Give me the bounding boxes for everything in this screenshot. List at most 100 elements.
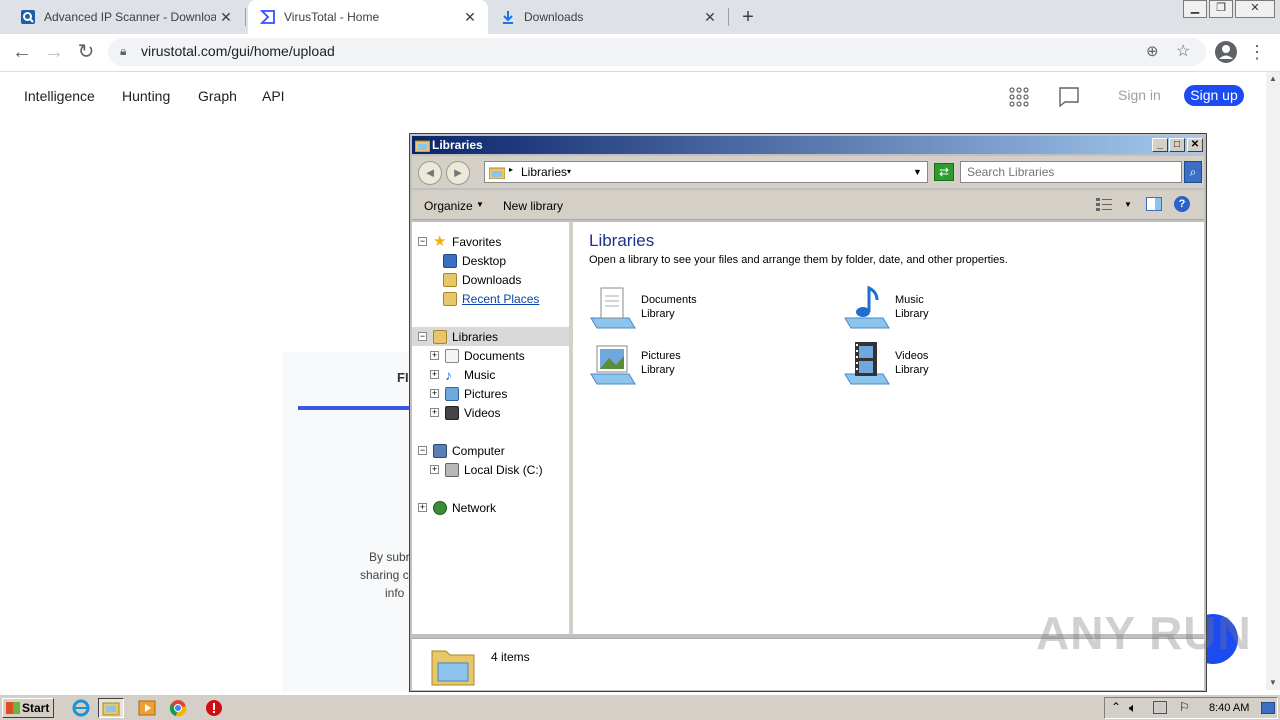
breadcrumb-arrow-icon[interactable]: ▸ [509,165,513,174]
scroll-down-icon[interactable]: ▼ [1269,678,1277,687]
close-tab-icon[interactable]: ✕ [216,9,236,26]
reload-icon[interactable]: ↻ [74,41,98,65]
nav-desktop[interactable]: Desktop [443,251,506,270]
show-hidden-icons-icon[interactable]: ⌃ [1111,700,1121,714]
explorer-back-icon[interactable]: ◄ [418,161,442,185]
close-tab-icon[interactable]: ✕ [460,9,480,26]
url-text[interactable]: virustotal.com/gui/home/upload [141,43,335,59]
browser-menu-icon[interactable]: ⋮ [1248,41,1266,63]
nav-favorites[interactable]: − ★ Favorites [418,232,568,251]
back-arrow-icon[interactable]: ← [10,41,34,65]
music-icon: ♪ [445,366,452,383]
apps-grid-icon[interactable] [1009,87,1029,112]
explorer-close-button[interactable]: ✕ [1187,138,1203,152]
tab-advanced-ip-scanner[interactable]: Advanced IP Scanner - Download Fr ✕ [8,0,244,34]
internet-explorer-icon[interactable] [68,698,94,718]
clock[interactable]: 8:40 AM [1209,702,1249,714]
sign-in-link[interactable]: Sign in [1118,87,1161,103]
organize-dropdown-icon[interactable]: ▼ [476,200,484,209]
explorer-forward-icon[interactable]: ► [446,161,470,185]
explorer-taskbar-icon[interactable] [98,698,124,718]
tab-virustotal[interactable]: VirusTotal - Home ✕ [248,0,488,34]
organize-menu[interactable]: Organize [424,199,473,213]
nav-videos[interactable]: + Videos [430,403,500,422]
vt-terms-text: sharing c [360,568,409,582]
explorer-maximize-button[interactable]: □ [1169,138,1185,152]
tab-downloads[interactable]: Downloads ✕ [488,0,728,34]
change-view-icon[interactable] [1096,197,1112,216]
vt-nav-graph[interactable]: Graph [198,88,237,104]
preview-pane-icon[interactable] [1146,197,1162,216]
close-window-button[interactable]: ✕ [1235,0,1275,18]
expand-icon[interactable]: + [430,351,439,360]
address-history-dropdown-icon[interactable]: ▼ [913,167,922,177]
downloads-folder-icon [443,272,457,287]
collapse-icon[interactable]: − [418,446,427,455]
scroll-up-icon[interactable]: ▲ [1269,74,1277,83]
nav-documents[interactable]: + Documents [430,346,525,365]
expand-icon[interactable]: + [430,408,439,417]
library-documents[interactable]: Documents Library [589,282,829,332]
view-dropdown-icon[interactable]: ▼ [1124,200,1132,209]
vt-card-title: FI [397,370,409,385]
volume-icon[interactable]: 🔈︎ [1129,700,1137,716]
music-icon [843,284,891,330]
vt-nav-api[interactable]: API [262,88,285,104]
nav-libraries[interactable]: − Libraries [412,327,569,346]
install-app-icon[interactable]: ⊕ [1146,42,1159,60]
search-libraries-input[interactable] [967,163,1167,181]
sign-up-button[interactable]: Sign up [1184,85,1244,106]
new-tab-button[interactable]: + [736,5,760,29]
action-center-flag-icon[interactable]: ⚐ [1179,700,1190,714]
stop-sign-icon[interactable] [201,698,227,718]
address-bar[interactable]: 🔒︎ virustotal.com/gui/home/upload ⊕ ☆ [108,38,1206,66]
explorer-search-box[interactable] [960,161,1182,183]
advanced-ip-scanner-icon [20,9,36,25]
network-icon [433,500,447,515]
nav-network[interactable]: + Network [418,498,496,517]
expand-icon[interactable]: + [430,370,439,379]
expand-icon[interactable]: + [430,465,439,474]
expand-icon[interactable]: + [418,503,427,512]
media-player-icon[interactable] [134,698,160,718]
profile-avatar-icon[interactable] [1215,41,1237,63]
library-pictures[interactable]: Pictures Library [589,338,829,388]
expand-icon[interactable]: + [430,389,439,398]
explorer-minimize-button[interactable]: _ [1152,138,1168,152]
restore-window-button[interactable]: ❐ [1209,0,1233,18]
nav-downloads[interactable]: Downloads [443,270,521,289]
start-button[interactable]: Start [2,698,54,718]
vt-nav-hunting[interactable]: Hunting [122,88,170,104]
refresh-icon[interactable]: ⇄ [934,163,954,181]
pictures-icon [589,340,637,386]
content-description: Open a library to see your files and arr… [589,254,1008,266]
library-music[interactable]: Music Library [843,282,1083,332]
vt-nav-intelligence[interactable]: Intelligence [24,88,95,104]
network-status-icon[interactable] [1153,701,1167,714]
explorer-title-bar[interactable]: Libraries _ □ ✕ [412,136,1204,154]
collapse-icon[interactable]: − [418,237,427,246]
search-icon[interactable]: ⌕ [1184,161,1202,183]
help-icon[interactable]: ? [1174,196,1190,212]
nav-computer[interactable]: − Computer [418,441,505,460]
library-videos[interactable]: Videos Library [843,338,1083,388]
explorer-address-bar[interactable]: ▸ Libraries ▾ ▼ [484,161,928,183]
forward-arrow-icon[interactable]: → [42,41,66,65]
bookmark-star-icon[interactable]: ☆ [1176,41,1190,61]
page-scrollbar[interactable]: ▲ ▼ [1266,72,1280,690]
minimize-window-button[interactable]: ▁ [1183,0,1207,18]
new-library-button[interactable]: New library [503,199,563,213]
show-desktop-icon[interactable] [1261,702,1275,714]
nav-pictures[interactable]: + Pictures [430,384,507,403]
breadcrumb-libraries[interactable]: Libraries [521,165,567,179]
chrome-icon[interactable] [165,698,191,718]
breadcrumb-dropdown-icon[interactable]: ▾ [567,167,571,176]
vt-tab-underline [298,406,410,410]
chat-icon[interactable] [1059,87,1079,112]
nav-recent-places[interactable]: Recent Places [443,289,539,308]
collapse-icon[interactable]: − [418,332,427,341]
tab-divider [728,8,729,26]
nav-music[interactable]: + ♪ Music [430,365,495,384]
nav-local-disk[interactable]: + Local Disk (C:) [430,460,543,479]
close-tab-icon[interactable]: ✕ [700,9,720,26]
